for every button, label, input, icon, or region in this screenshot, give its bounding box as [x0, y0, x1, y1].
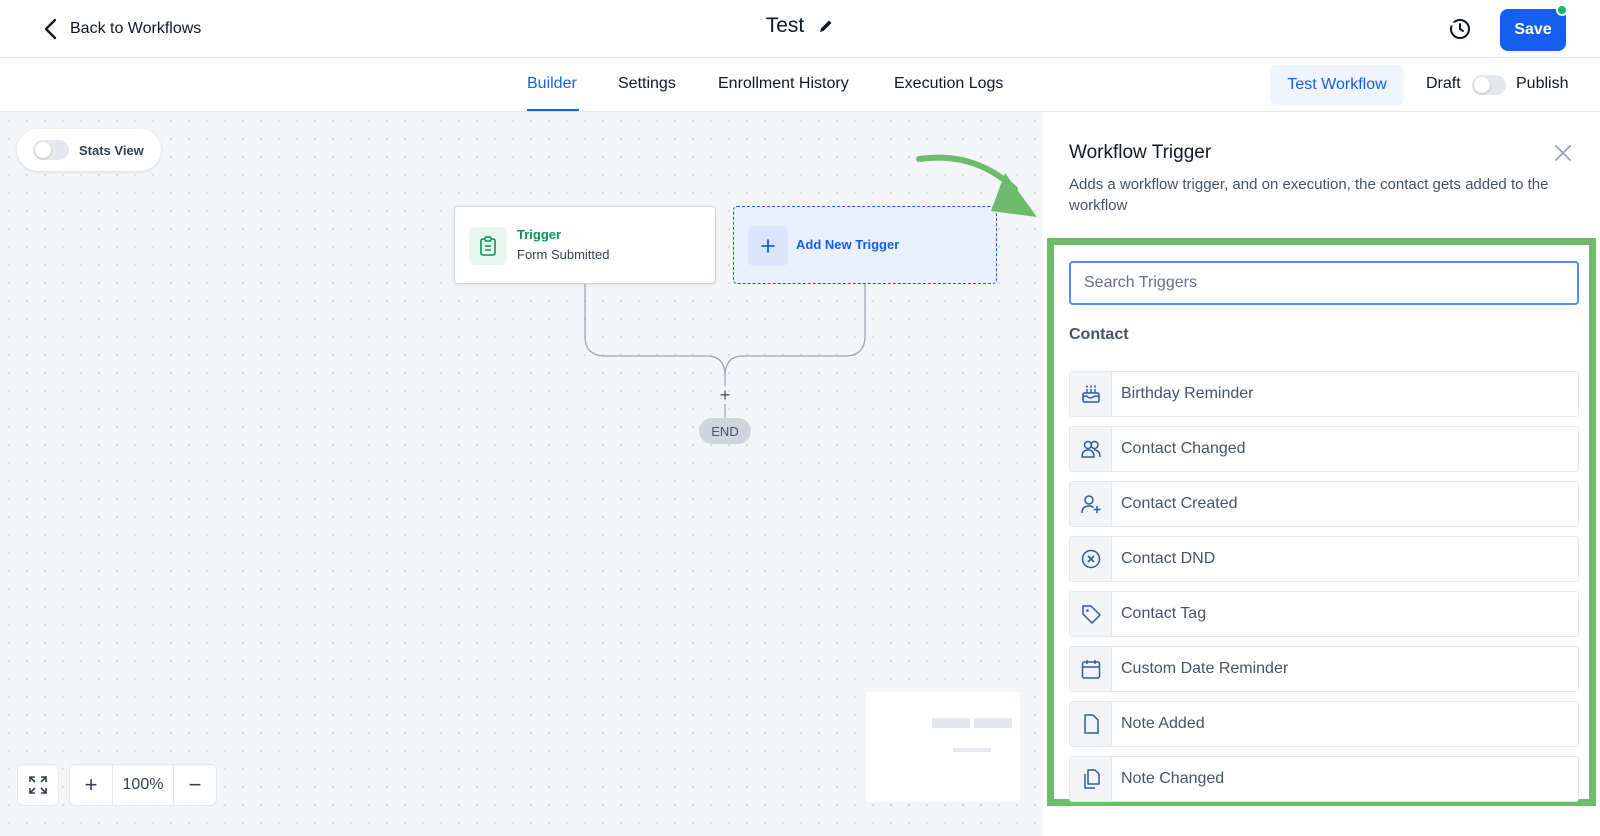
user-plus-icon: [1070, 482, 1112, 526]
clipboard-icon: [469, 227, 507, 265]
plus-icon: [748, 226, 788, 266]
zoom-controls: + 100% −: [69, 764, 217, 806]
minimap-node: [932, 718, 970, 728]
x-circle-icon: [1070, 537, 1112, 581]
trigger-item-contact-changed[interactable]: Contact Changed: [1069, 426, 1579, 472]
tab-enrollment-history[interactable]: Enrollment History: [718, 75, 849, 93]
tabs: Builder Settings Enrollment History Exec…: [0, 58, 1043, 112]
toggle-knob: [1474, 77, 1490, 93]
workflow-title[interactable]: Test: [766, 14, 805, 38]
tab-settings[interactable]: Settings: [618, 75, 676, 93]
add-new-trigger-node[interactable]: Add New Trigger: [733, 206, 997, 284]
trigger-item-label: Note Changed: [1121, 770, 1225, 787]
calendar-icon: [1070, 647, 1112, 691]
trigger-item-label: Contact Changed: [1121, 440, 1246, 457]
status-dot: [1556, 4, 1568, 16]
trigger-item-label: Contact DND: [1121, 550, 1216, 567]
trigger-item-label: Contact Created: [1121, 495, 1238, 512]
trigger-item-label: Note Added: [1121, 715, 1205, 732]
search-triggers-input[interactable]: [1069, 261, 1579, 305]
tab-builder[interactable]: Builder: [527, 75, 577, 93]
test-workflow-button[interactable]: Test Workflow: [1270, 65, 1404, 105]
trigger-node-subtitle: Form Submitted: [517, 247, 610, 262]
minimap-node: [953, 748, 991, 752]
pencil-icon[interactable]: [818, 18, 834, 34]
draft-label: Draft: [1426, 75, 1461, 92]
add-new-trigger-label: Add New Trigger: [796, 237, 900, 252]
back-label: Back to Workflows: [70, 20, 202, 37]
expand-icon: [29, 776, 47, 794]
cake-icon: [1070, 372, 1112, 416]
top-header: Back to Workflows Test Save: [0, 0, 1600, 58]
trigger-item-label: Contact Tag: [1121, 605, 1207, 622]
publish-label: Publish: [1516, 75, 1569, 92]
trigger-item-note-added[interactable]: Note Added: [1069, 701, 1579, 747]
panel-title: Workflow Trigger: [1069, 142, 1212, 163]
minimap[interactable]: [866, 692, 1020, 802]
file-icon: [1070, 702, 1112, 746]
title-area: Test: [0, 14, 1600, 38]
trigger-item-contact-created[interactable]: Contact Created: [1069, 481, 1579, 527]
active-tab-indicator: [527, 109, 579, 111]
trigger-item-note-changed[interactable]: Note Changed: [1069, 756, 1579, 802]
close-icon[interactable]: [1553, 143, 1573, 163]
users-icon: [1070, 427, 1112, 471]
zoom-out-button[interactable]: −: [174, 765, 216, 805]
copy-icon: [1070, 757, 1112, 801]
fit-view-button[interactable]: [17, 764, 59, 806]
back-to-workflows-link[interactable]: Back to Workflows: [42, 18, 201, 40]
section-label-contact: Contact: [1069, 326, 1129, 343]
tab-execution-logs[interactable]: Execution Logs: [894, 75, 1003, 93]
tab-bar: Builder Settings Enrollment History Exec…: [0, 58, 1600, 112]
zoom-level: 100%: [112, 765, 174, 805]
zoom-in-button[interactable]: +: [70, 765, 112, 805]
minimap-node: [974, 718, 1012, 728]
save-button[interactable]: Save: [1500, 9, 1566, 51]
publish-toggle[interactable]: [1472, 75, 1506, 95]
trigger-item-label: Custom Date Reminder: [1121, 660, 1289, 677]
trigger-list: Birthday Reminder Contact Changed Contac…: [1069, 371, 1579, 811]
chevron-left-icon: [44, 18, 57, 40]
trigger-item-birthday-reminder[interactable]: Birthday Reminder: [1069, 371, 1579, 417]
tag-icon: [1070, 592, 1112, 636]
trigger-item-contact-dnd[interactable]: Contact DND: [1069, 536, 1579, 582]
trigger-item-contact-tag[interactable]: Contact Tag: [1069, 591, 1579, 637]
history-icon[interactable]: [1448, 17, 1472, 41]
trigger-item-custom-date-reminder[interactable]: Custom Date Reminder: [1069, 646, 1579, 692]
trigger-node[interactable]: Trigger Form Submitted: [454, 206, 716, 284]
add-step-plus-icon[interactable]: +: [716, 386, 734, 404]
trigger-node-title: Trigger: [517, 227, 562, 242]
trigger-panel: Workflow Trigger Adds a workflow trigger…: [1043, 112, 1600, 836]
trigger-item-label: Birthday Reminder: [1121, 385, 1254, 402]
workflow-canvas[interactable]: Stats View Trigger Form Submitted Add Ne…: [0, 112, 1043, 836]
panel-description: Adds a workflow trigger, and on executio…: [1069, 176, 1549, 214]
end-node: END: [699, 418, 751, 444]
